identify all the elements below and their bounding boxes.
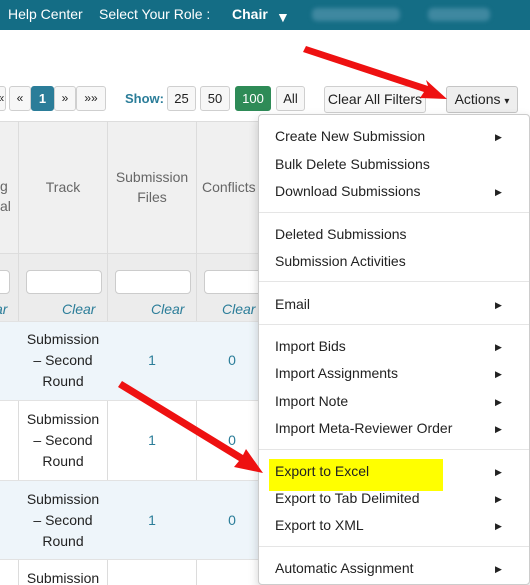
submenu-arrow-icon: ▶ [495, 369, 502, 379]
conflicts-link[interactable]: 0 [222, 432, 242, 448]
header-files-line2: Files [137, 189, 167, 205]
menu-item-create-new-submission[interactable]: Create New Submission [275, 128, 425, 144]
submenu-arrow-icon: ▶ [495, 132, 502, 142]
pagination-next-button[interactable]: » [54, 86, 76, 111]
clear-filter-link-partial[interactable]: ar [0, 301, 7, 317]
submenu-arrow-icon: ▶ [495, 564, 502, 574]
menu-item-email[interactable]: Email [275, 296, 310, 312]
submenu-arrow-icon: ▶ [495, 494, 502, 504]
track-line: – Second [33, 432, 93, 448]
show-100-button[interactable]: 100 [235, 86, 271, 111]
screen: { "nav": { "help_center": "Help Center",… [0, 0, 530, 585]
track-line: – Second [33, 512, 93, 528]
conflicts-link[interactable]: 0 [222, 512, 242, 528]
clear-conflicts-filter-link[interactable]: Clear [222, 301, 255, 317]
select-role-label: Select Your Role : [99, 6, 211, 22]
track-line: Round [42, 373, 84, 389]
conflicts-link[interactable]: 0 [222, 352, 242, 368]
menu-item-export-to-tab-delimited[interactable]: Export to Tab Delimited [275, 490, 419, 506]
help-center-link[interactable]: Help Center [8, 6, 83, 22]
menu-item-import-bids[interactable]: Import Bids [275, 338, 346, 354]
clear-track-filter-link[interactable]: Clear [62, 301, 95, 317]
menu-item-deleted-submissions[interactable]: Deleted Submissions [275, 226, 407, 242]
show-label: Show: [125, 91, 164, 106]
submission-files-link[interactable]: 1 [142, 432, 162, 448]
blurred-menu-item[interactable] [428, 8, 490, 21]
column-header-track[interactable]: Track [19, 177, 107, 197]
menu-divider [259, 281, 529, 282]
submenu-arrow-icon: ▶ [495, 521, 502, 531]
menu-divider [259, 324, 529, 325]
menu-item-bulk-delete-submissions[interactable]: Bulk Delete Submissions [275, 156, 430, 172]
actions-dropdown-menu: Create New Submission ▶ Bulk Delete Subm… [258, 114, 530, 585]
show-25-button[interactable]: 25 [167, 86, 196, 111]
submenu-arrow-icon: ▶ [495, 397, 502, 407]
track-line: Submission [26, 331, 100, 347]
header-partial-line2: al [0, 198, 11, 214]
submenu-arrow-icon: ▶ [495, 300, 502, 310]
conflicts-filter-input[interactable] [204, 270, 264, 294]
submission-files-link[interactable]: 1 [142, 512, 162, 528]
track-cell: Submission – Second Round [20, 409, 106, 472]
header-files-line1: Submission [115, 169, 189, 185]
header-partial-line1: g [0, 178, 8, 194]
blurred-user-name[interactable] [312, 8, 400, 21]
track-cell: Submission [20, 568, 106, 585]
track-line: Round [42, 533, 84, 549]
menu-item-download-submissions[interactable]: Download Submissions [275, 183, 421, 199]
menu-item-import-note[interactable]: Import Note [275, 393, 348, 409]
top-navbar: Help Center Select Your Role : Chair ▼ [0, 0, 530, 30]
submenu-arrow-icon: ▶ [495, 424, 502, 434]
pagination-prev-button[interactable]: « [9, 86, 31, 111]
column-header-partial[interactable]: g al [0, 176, 11, 216]
submission-files-link[interactable]: 1 [142, 352, 162, 368]
menu-divider [259, 546, 529, 547]
track-cell: Submission – Second Round [20, 489, 106, 552]
column-header-conflicts[interactable]: Conflicts [202, 177, 262, 197]
menu-item-submission-activities[interactable]: Submission Activities [275, 253, 406, 269]
track-line: Round [42, 453, 84, 469]
show-50-button[interactable]: 50 [200, 86, 230, 111]
pagination-first-button[interactable]: « [0, 86, 6, 111]
submenu-arrow-icon: ▶ [495, 342, 502, 352]
clear-all-filters-button[interactable]: Clear All Filters [324, 86, 426, 113]
menu-divider [259, 449, 529, 450]
files-filter-input[interactable] [115, 270, 191, 294]
menu-item-import-assignments[interactable]: Import Assignments [275, 365, 398, 381]
clear-files-filter-link[interactable]: Clear [151, 301, 184, 317]
filter-input-partial[interactable] [0, 270, 10, 294]
track-filter-input[interactable] [26, 270, 102, 294]
track-line: Submission [26, 491, 100, 507]
track-line: – Second [33, 352, 93, 368]
pagination-page-current[interactable]: 1 [31, 86, 54, 111]
submenu-arrow-icon: ▶ [495, 467, 502, 477]
pagination-last-button[interactable]: »» [76, 86, 106, 111]
caret-down-icon[interactable]: ▼ [276, 9, 290, 25]
caret-down-icon: ▾ [504, 96, 510, 107]
menu-divider [259, 212, 529, 213]
track-line: Submission [26, 570, 100, 585]
role-dropdown[interactable]: Chair [232, 6, 268, 22]
menu-item-export-to-xml[interactable]: Export to XML [275, 517, 364, 533]
actions-button[interactable]: Actions ▾ [446, 86, 518, 113]
column-header-submission-files[interactable]: Submission Files [108, 167, 196, 207]
actions-label: Actions [454, 91, 501, 107]
menu-item-automatic-assignment[interactable]: Automatic Assignment [275, 560, 414, 576]
track-cell: Submission – Second Round [20, 329, 106, 392]
show-all-button[interactable]: All [276, 86, 305, 111]
menu-item-import-meta-reviewer-order[interactable]: Import Meta-Reviewer Order [275, 420, 452, 436]
menu-item-export-to-excel[interactable]: Export to Excel [275, 463, 369, 479]
submenu-arrow-icon: ▶ [495, 187, 502, 197]
track-line: Submission [26, 411, 100, 427]
